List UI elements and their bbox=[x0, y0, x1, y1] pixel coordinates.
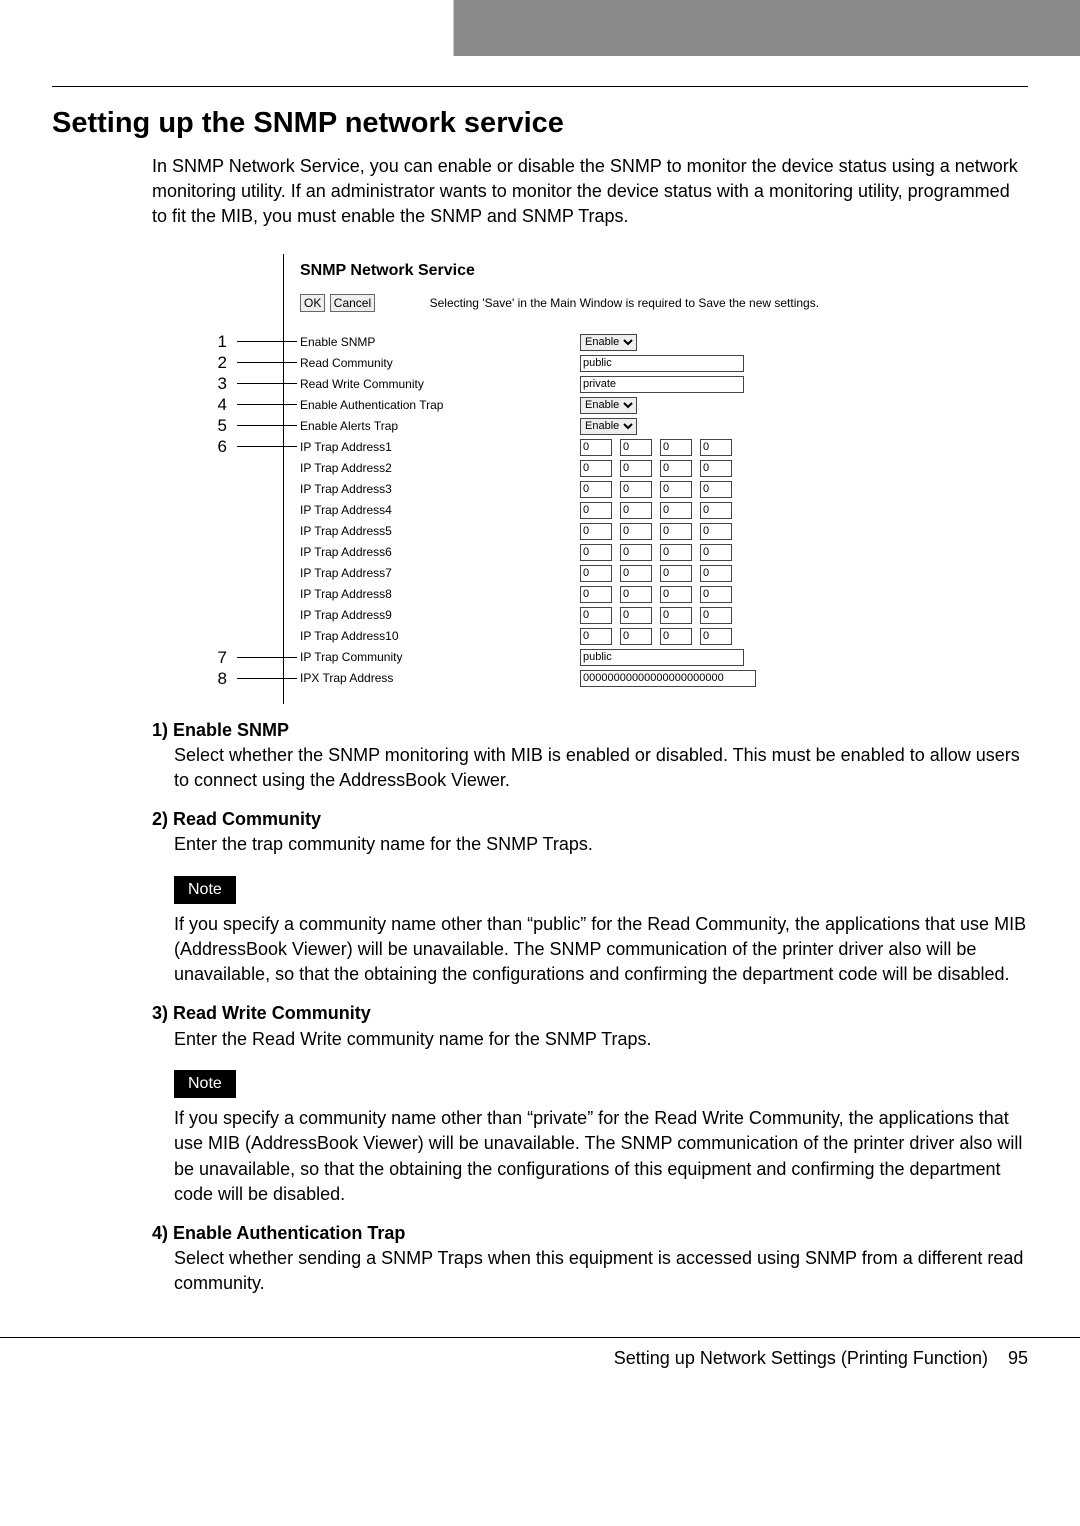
cancel-button[interactable]: Cancel bbox=[330, 294, 375, 312]
read-community-input[interactable] bbox=[580, 355, 744, 372]
note-text-2: If you specify a community name other th… bbox=[174, 912, 1028, 988]
label-ip-trap-7: IP Trap Address7 bbox=[300, 566, 580, 580]
label-ip-trap-1: IP Trap Address1 bbox=[300, 440, 580, 454]
ipx-trap-input[interactable] bbox=[580, 670, 756, 687]
snmp-panel-screenshot: 1 2 3 4 5 6 7 8 SNMP Network Service OK … bbox=[127, 254, 907, 704]
ip-trap-8-octet-3[interactable] bbox=[660, 586, 692, 603]
ip-trap-9-octet-2[interactable] bbox=[620, 607, 652, 624]
ip-trap-1-octet-4[interactable] bbox=[700, 439, 732, 456]
ip-trap-6-octet-4[interactable] bbox=[700, 544, 732, 561]
callout-5: 5 bbox=[207, 416, 227, 436]
desc-title-2: 2) Read Community bbox=[152, 807, 1028, 832]
callout-1: 1 bbox=[207, 332, 227, 352]
ip-trap-10-octet-3[interactable] bbox=[660, 628, 692, 645]
ip-trap-3-octet-4[interactable] bbox=[700, 481, 732, 498]
ip-trap-7-octet-3[interactable] bbox=[660, 565, 692, 582]
ip-trap-6-octet-3[interactable] bbox=[660, 544, 692, 561]
rw-community-input[interactable] bbox=[580, 376, 744, 393]
note-text-3: If you specify a community name other th… bbox=[174, 1106, 1028, 1207]
ip-trap-4-octet-4[interactable] bbox=[700, 502, 732, 519]
ip-trap-5-octet-2[interactable] bbox=[620, 523, 652, 540]
desc-title-1: 1) Enable SNMP bbox=[152, 718, 1028, 743]
desc-body-2: Enter the trap community name for the SN… bbox=[174, 832, 1028, 857]
label-ip-trap-4: IP Trap Address4 bbox=[300, 503, 580, 517]
ip-trap-9-octet-3[interactable] bbox=[660, 607, 692, 624]
ip-trap-8-octet-2[interactable] bbox=[620, 586, 652, 603]
ip-trap-10-octet-4[interactable] bbox=[700, 628, 732, 645]
ip-trap-3-octet-3[interactable] bbox=[660, 481, 692, 498]
ip-trap-4-octet-2[interactable] bbox=[620, 502, 652, 519]
footer-page: 95 bbox=[1008, 1348, 1028, 1368]
label-rw-community: Read Write Community bbox=[300, 377, 580, 391]
ip-trap-6-octet-1[interactable] bbox=[580, 544, 612, 561]
ip-trap-6-octet-2[interactable] bbox=[620, 544, 652, 561]
desc-body-3: Enter the Read Write community name for … bbox=[174, 1027, 1028, 1052]
desc-title-4: 4) Enable Authentication Trap bbox=[152, 1221, 1028, 1246]
label-ip-trap-8: IP Trap Address8 bbox=[300, 587, 580, 601]
ip-trap-4-octet-3[interactable] bbox=[660, 502, 692, 519]
label-ip-trap-community: IP Trap Community bbox=[300, 650, 580, 664]
ip-trap-9-octet-4[interactable] bbox=[700, 607, 732, 624]
callout-4: 4 bbox=[207, 395, 227, 415]
ip-trap-5-octet-3[interactable] bbox=[660, 523, 692, 540]
ip-trap-7-octet-2[interactable] bbox=[620, 565, 652, 582]
label-ip-trap-5: IP Trap Address5 bbox=[300, 524, 580, 538]
note-badge: Note bbox=[174, 1070, 236, 1098]
enable-alerts-select[interactable]: Enable bbox=[580, 418, 637, 435]
label-ipx-trap: IPX Trap Address bbox=[300, 671, 580, 685]
label-ip-trap-9: IP Trap Address9 bbox=[300, 608, 580, 622]
ip-trap-7-octet-4[interactable] bbox=[700, 565, 732, 582]
callout-7: 7 bbox=[207, 648, 227, 668]
footer-text: Setting up Network Settings (Printing Fu… bbox=[614, 1348, 988, 1368]
save-hint: Selecting 'Save' in the Main Window is r… bbox=[430, 296, 819, 310]
label-enable-snmp: Enable SNMP bbox=[300, 335, 580, 349]
ip-trap-5-octet-1[interactable] bbox=[580, 523, 612, 540]
ip-trap-3-octet-2[interactable] bbox=[620, 481, 652, 498]
label-enable-alerts: Enable Alerts Trap bbox=[300, 419, 580, 433]
ok-button[interactable]: OK bbox=[300, 294, 325, 312]
ip-trap-4-octet-1[interactable] bbox=[580, 502, 612, 519]
desc-body-4: Select whether sending a SNMP Traps when… bbox=[174, 1246, 1028, 1296]
ip-trap-2-octet-3[interactable] bbox=[660, 460, 692, 477]
ip-trap-1-octet-3[interactable] bbox=[660, 439, 692, 456]
ip-trap-8-octet-1[interactable] bbox=[580, 586, 612, 603]
label-ip-trap-2: IP Trap Address2 bbox=[300, 461, 580, 475]
ip-trap-7-octet-1[interactable] bbox=[580, 565, 612, 582]
header-placeholder bbox=[0, 0, 1080, 56]
desc-title-3: 3) Read Write Community bbox=[152, 1001, 1028, 1026]
callout-6: 6 bbox=[207, 437, 227, 457]
ip-trap-2-octet-4[interactable] bbox=[700, 460, 732, 477]
ip-trap-1-octet-2[interactable] bbox=[620, 439, 652, 456]
enable-auth-select[interactable]: Enable bbox=[580, 397, 637, 414]
ip-trap-community-input[interactable] bbox=[580, 649, 744, 666]
label-ip-trap-10: IP Trap Address10 bbox=[300, 629, 580, 643]
ip-trap-2-octet-1[interactable] bbox=[580, 460, 612, 477]
intro-paragraph: In SNMP Network Service, you can enable … bbox=[152, 154, 1028, 230]
label-read-community: Read Community bbox=[300, 356, 580, 370]
label-enable-auth: Enable Authentication Trap bbox=[300, 398, 580, 412]
ip-trap-9-octet-1[interactable] bbox=[580, 607, 612, 624]
ip-trap-3-octet-1[interactable] bbox=[580, 481, 612, 498]
ip-trap-10-octet-2[interactable] bbox=[620, 628, 652, 645]
ip-trap-2-octet-2[interactable] bbox=[620, 460, 652, 477]
panel-title: SNMP Network Service bbox=[300, 262, 904, 280]
ip-trap-5-octet-4[interactable] bbox=[700, 523, 732, 540]
enable-snmp-select[interactable]: Enable bbox=[580, 334, 637, 351]
callout-2: 2 bbox=[207, 353, 227, 373]
ip-trap-8-octet-4[interactable] bbox=[700, 586, 732, 603]
label-ip-trap-6: IP Trap Address6 bbox=[300, 545, 580, 559]
label-ip-trap-3: IP Trap Address3 bbox=[300, 482, 580, 496]
desc-body-1: Select whether the SNMP monitoring with … bbox=[174, 743, 1028, 793]
ip-trap-1-octet-1[interactable] bbox=[580, 439, 612, 456]
callout-8: 8 bbox=[207, 669, 227, 689]
page-heading: Setting up the SNMP network service bbox=[52, 107, 1028, 140]
note-badge: Note bbox=[174, 876, 236, 904]
ip-trap-10-octet-1[interactable] bbox=[580, 628, 612, 645]
callout-3: 3 bbox=[207, 374, 227, 394]
